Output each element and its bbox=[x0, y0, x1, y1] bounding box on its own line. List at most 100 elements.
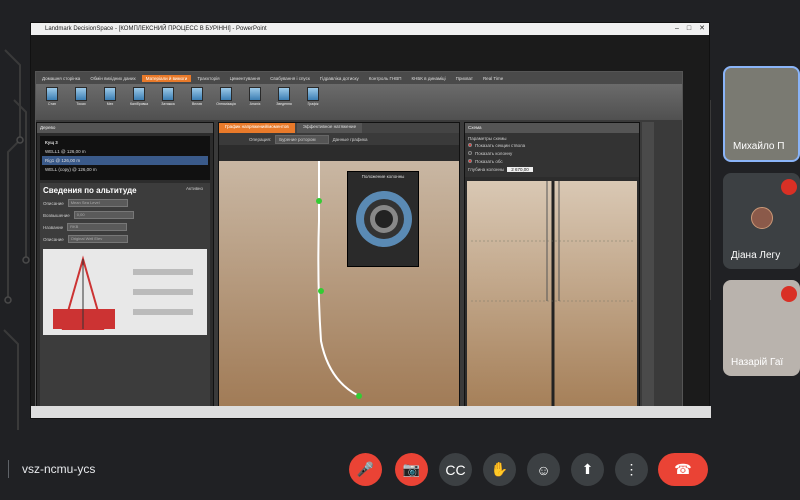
well-item[interactable]: WELL1 @ 126,00 m bbox=[42, 147, 208, 156]
ribbon-button[interactable]: Графік bbox=[300, 87, 326, 117]
hangup-icon: ☎ bbox=[674, 461, 692, 477]
section-title: Сведения по альтитуде bbox=[43, 186, 137, 195]
ribbon-tab[interactable]: Контроль ГНВП bbox=[365, 75, 406, 82]
option-label: Показать секции ствола bbox=[475, 142, 526, 148]
tool-icon bbox=[133, 87, 145, 101]
mic-muted-icon bbox=[781, 286, 797, 302]
window-statusbar bbox=[31, 406, 711, 418]
pipe-crosssection-icon bbox=[356, 191, 412, 247]
mic-off-icon: 🎤 bbox=[356, 461, 375, 477]
ribbon-tab[interactable]: Обмін вихідних даних bbox=[86, 75, 139, 82]
radio-icon[interactable] bbox=[468, 151, 472, 155]
depth-input[interactable]: 2 670,00 bbox=[507, 166, 533, 172]
window-title: Landmark DecisionSpace - [КОМПЛЕКСНИЙ ПР… bbox=[45, 26, 267, 32]
participant-name: Діана Легу bbox=[731, 250, 781, 261]
raise-hand-icon: ✋ bbox=[490, 461, 509, 477]
more-options-button[interactable]: ⋮ bbox=[615, 453, 648, 486]
ribbon-tab[interactable]: Гідравліка дотиску bbox=[316, 75, 363, 82]
altitude-section: Сведения по альтитуде Описание Mean Sea L… bbox=[40, 183, 210, 411]
tool-icon bbox=[46, 87, 58, 101]
tool-icon bbox=[249, 87, 261, 101]
tool-icon bbox=[191, 87, 203, 101]
operation-select[interactable]: Бурение ротором bbox=[275, 134, 329, 144]
raise-hand-button[interactable]: ✋ bbox=[483, 453, 516, 486]
ribbon-button[interactable]: Калібровка bbox=[126, 87, 152, 117]
mic-off-button[interactable]: 🎤 bbox=[349, 453, 382, 486]
ribbon-tab[interactable]: Матеріали й вимоги bbox=[141, 74, 192, 82]
ribbon-button[interactable]: Аналіз bbox=[242, 87, 268, 117]
panel-header: Дерево bbox=[37, 123, 213, 133]
ribbon-button[interactable]: Мех bbox=[97, 87, 123, 117]
leave-call-button[interactable]: ☎ bbox=[658, 453, 708, 486]
present-button[interactable]: ⬆ bbox=[571, 453, 604, 486]
ribbon-button[interactable]: Зведення bbox=[271, 87, 297, 117]
well-list: Кущ 3 WELL1 @ 126,00 m Rig1 @ 126,00 m WELL… bbox=[40, 136, 210, 180]
reactions-icon: ☺ bbox=[536, 461, 551, 478]
chart-data-link[interactable]: Данные графика bbox=[333, 137, 368, 142]
participant-tile-2[interactable]: Діана Легу bbox=[723, 173, 800, 269]
field-label: Название bbox=[43, 224, 64, 230]
ribbon-button[interactable]: Затяжка bbox=[155, 87, 181, 117]
ribbon-tab[interactable]: Свабування і спуск bbox=[266, 75, 314, 82]
tool-icon bbox=[104, 87, 116, 101]
divider bbox=[8, 460, 9, 478]
option-label: Показать колонну bbox=[475, 150, 513, 156]
avatar bbox=[751, 207, 773, 229]
ribbon-button-label: Аналіз bbox=[249, 102, 261, 106]
field-input[interactable]: Original Well Elev bbox=[67, 235, 128, 243]
ribbon-button-label: Оптимізація bbox=[216, 102, 236, 106]
wellbore-view: Положение колонны bbox=[219, 161, 459, 411]
wellbore-trajectory bbox=[316, 161, 362, 399]
well-item[interactable]: Rig1 @ 126,00 m bbox=[42, 156, 208, 165]
ribbon-button-label: Затяжка bbox=[161, 102, 175, 106]
panel-tab[interactable]: Эффективное натяжение bbox=[296, 123, 363, 133]
field-input[interactable]: 0,00 bbox=[73, 211, 134, 219]
schematic-panel: Схема Параметры схемы Показать секции ст… bbox=[464, 122, 640, 412]
ribbon-button[interactable]: Стан bbox=[39, 87, 65, 117]
ribbon-button[interactable]: Тиски bbox=[68, 87, 94, 117]
participant-tile-1[interactable]: Михайло П bbox=[723, 66, 800, 162]
ribbon-tab[interactable]: КНБК в динаміці bbox=[407, 75, 449, 82]
casing-diagram bbox=[471, 181, 635, 409]
close-icon[interactable]: ✕ bbox=[699, 23, 705, 35]
option-row[interactable]: Показать секции ствола bbox=[468, 141, 636, 149]
ribbon-button-label: Вплив bbox=[191, 102, 203, 106]
field-input[interactable]: RKB bbox=[67, 223, 128, 231]
participant-name: Михайло П bbox=[733, 141, 785, 152]
minimize-icon[interactable]: – bbox=[675, 23, 679, 35]
participant-tile-3[interactable]: Назарій Гаї bbox=[723, 280, 800, 376]
ribbon-button-label: Мех bbox=[106, 102, 114, 106]
captions-icon: CC bbox=[445, 461, 466, 478]
reactions-button[interactable]: ☺ bbox=[527, 453, 560, 486]
depth-row: Глубина колонны 2 670,00 bbox=[468, 165, 636, 173]
field-row: Описание Original Well Elev bbox=[43, 235, 207, 243]
field-input[interactable]: Mean Sea Level bbox=[67, 199, 128, 207]
camera-off-button[interactable]: 📷 bbox=[395, 453, 428, 486]
side-toolstrip[interactable] bbox=[642, 122, 654, 412]
ribbon-tab[interactable]: Траєкторія bbox=[193, 75, 223, 82]
captions-button[interactable]: CC bbox=[439, 453, 472, 486]
ribbon-tab[interactable]: Домашня сторінка bbox=[38, 75, 84, 82]
section-status: Активно bbox=[186, 186, 203, 191]
participant-name: Назарій Гаї bbox=[731, 357, 784, 368]
ribbon-tab[interactable]: Цементування bbox=[226, 75, 265, 82]
drilling-rig-icon bbox=[53, 255, 193, 330]
option-row[interactable]: Показать обс bbox=[468, 157, 636, 165]
ribbon-button[interactable]: Оптимізація bbox=[213, 87, 239, 117]
well-item[interactable]: WELL (copy) @ 126,00 m bbox=[42, 165, 208, 174]
radio-icon[interactable] bbox=[468, 143, 472, 147]
window-titlebar: Landmark DecisionSpace - [КОМПЛЕКСНИЙ ПР… bbox=[31, 23, 709, 35]
ribbon-tab[interactable]: Прихват bbox=[452, 75, 477, 82]
field-row: Описание Mean Sea Level bbox=[43, 199, 207, 207]
operation-bar: Операция: Бурение ротором Данные графика bbox=[219, 133, 459, 145]
option-row[interactable]: Показать колонну bbox=[468, 149, 636, 157]
panel-tab[interactable]: График напряжений/моментов bbox=[219, 123, 295, 133]
ribbon-button[interactable]: Вплив bbox=[184, 87, 210, 117]
tool-icon bbox=[220, 87, 232, 101]
maximize-icon[interactable]: □ bbox=[687, 23, 691, 35]
radio-icon[interactable] bbox=[468, 159, 472, 163]
ribbon-tab[interactable]: Real Time bbox=[479, 75, 507, 82]
ribbon-toolbar: Стан Тиски Мех Калібровка Затяжка Вплив Оптимі… bbox=[36, 84, 682, 120]
well-item[interactable]: Кущ 3 bbox=[42, 138, 208, 147]
well-tree-panel: Дерево Кущ 3 WELL1 @ 126,00 m Rig1 @ 126,0… bbox=[36, 122, 214, 412]
